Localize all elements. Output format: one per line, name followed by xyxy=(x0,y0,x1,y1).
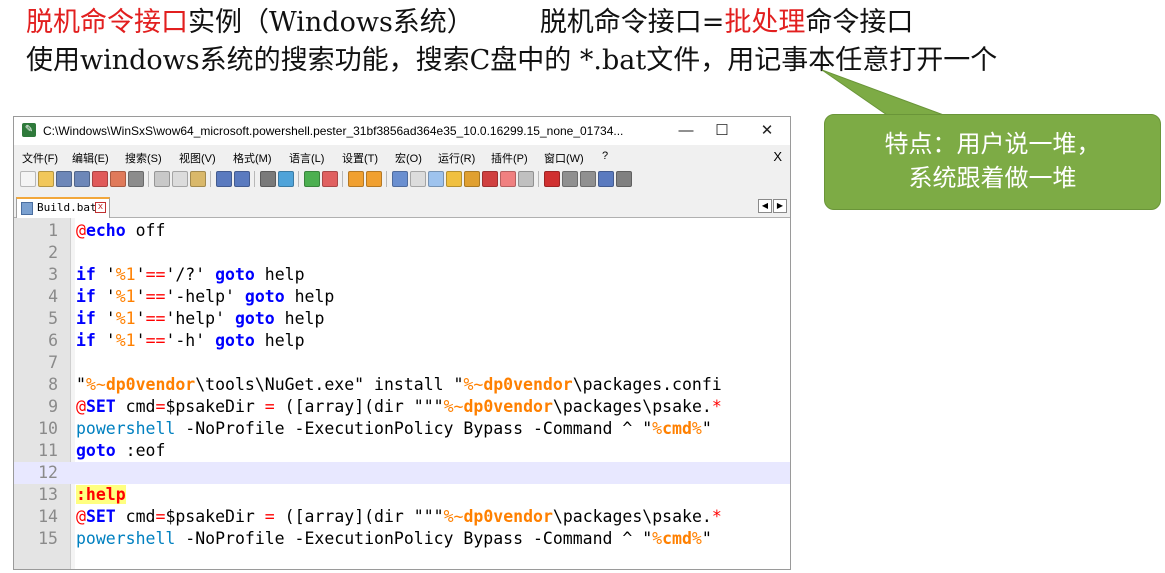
callout-line-1: 特点：用户说一堆， xyxy=(884,130,1101,158)
callout-line-2: 系统跟着做一堆 xyxy=(908,164,1077,192)
feature-callout: 特点：用户说一堆， 系统跟着做一堆 xyxy=(824,114,1161,210)
callout-pointer xyxy=(821,69,969,125)
